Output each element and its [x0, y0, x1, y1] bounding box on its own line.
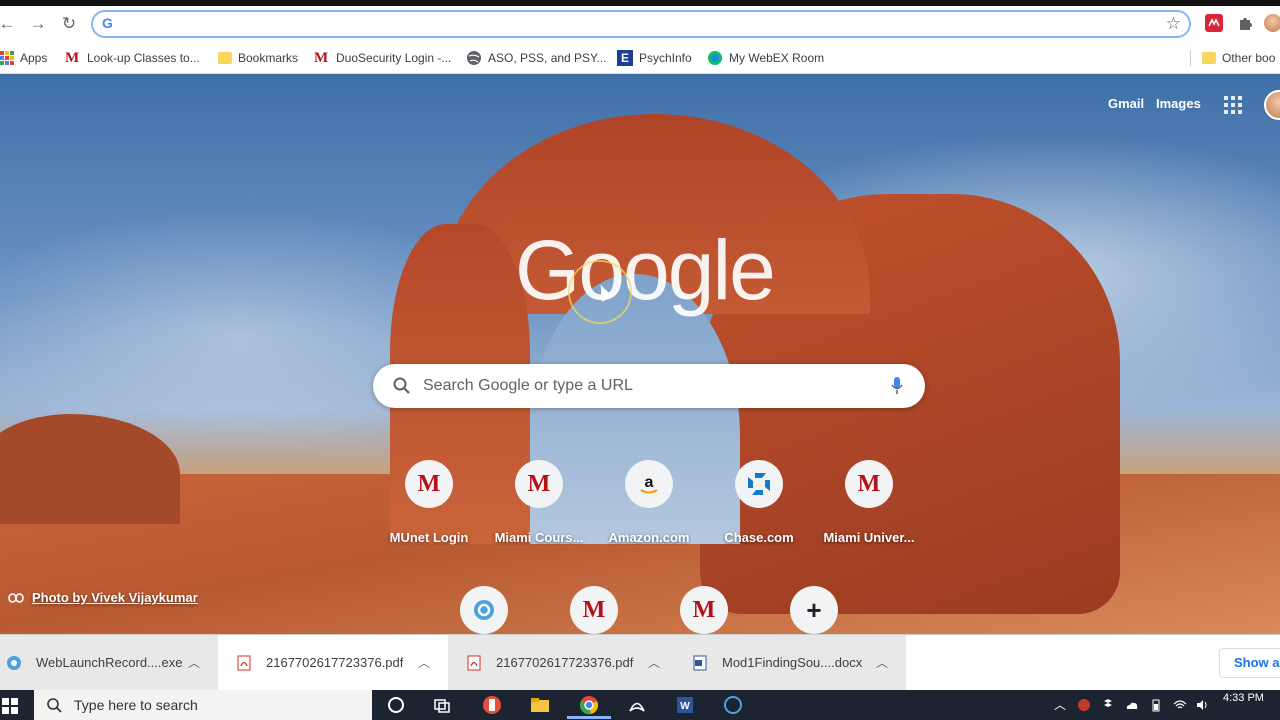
mendeley-extension-icon[interactable]: [1205, 14, 1223, 32]
ebsco-icon: E: [617, 50, 633, 66]
webex-icon: [460, 586, 508, 634]
forward-button[interactable]: →: [27, 13, 49, 35]
back-arrow-icon: ←: [0, 14, 16, 33]
bookmark-other-bookmarks[interactable]: Other boo: [1202, 48, 1275, 68]
miami-m-icon: M: [680, 586, 728, 634]
folder-icon: [1202, 52, 1216, 64]
shortcut-tile[interactable]: M: [538, 570, 650, 634]
add-shortcut-icon: +: [790, 586, 838, 634]
miami-m-icon: M: [515, 460, 563, 508]
miami-m-icon: M: [314, 50, 329, 66]
download-item[interactable]: 2167702617723376.pdf ︿: [448, 635, 678, 690]
pdf-icon: [237, 655, 251, 670]
chevron-up-icon[interactable]: ︿: [876, 654, 888, 671]
miami-m-icon: M: [570, 586, 618, 634]
pdf-icon: [467, 655, 481, 670]
taskbar-clock[interactable]: 4:33 PM: [1223, 692, 1264, 704]
webex-icon: [708, 51, 722, 65]
onedrive-cloud-icon[interactable]: [1125, 698, 1139, 712]
shortcut-tile[interactable]: Chase.com: [703, 444, 815, 556]
chevron-up-icon[interactable]: ︿: [1054, 698, 1068, 712]
google-apps-icon[interactable]: [1224, 96, 1242, 114]
back-button[interactable]: ←: [0, 13, 18, 35]
globe-icon: [467, 51, 481, 65]
images-link[interactable]: Images: [1156, 96, 1201, 111]
amazon-icon: a: [625, 460, 673, 508]
shortcut-tile[interactable]: [428, 570, 540, 634]
download-item[interactable]: Mod1FindingSou....docx ︿: [678, 635, 906, 690]
taskbar-search-box[interactable]: Type here to search: [34, 690, 372, 720]
volume-icon[interactable]: [1195, 698, 1209, 712]
search-icon: [47, 698, 62, 713]
bookmark-aso-pss-psy[interactable]: ASO, PSS, and PSY...: [466, 48, 607, 68]
chevron-up-icon[interactable]: ︿: [648, 654, 660, 671]
wifi-icon[interactable]: [1173, 698, 1187, 712]
google-logo: Google: [515, 223, 776, 317]
downloads-bar: WebLaunchRecord....exe ︿ 216770261772337…: [0, 634, 1280, 690]
photo-credit-link[interactable]: Photo by Vivek Vijaykumar: [8, 590, 198, 605]
account-avatar[interactable]: [1264, 90, 1280, 120]
forward-arrow-icon: →: [29, 14, 47, 33]
shortcut-tile[interactable]: M Miami Cours...: [483, 444, 595, 556]
profile-avatar-icon[interactable]: [1264, 14, 1280, 32]
background-rock-left: [0, 414, 180, 524]
bookmark-duosecurity[interactable]: M DuoSecurity Login -...: [314, 48, 451, 68]
miami-m-icon: M: [405, 460, 453, 508]
chevron-up-icon[interactable]: ︿: [418, 654, 430, 671]
word-icon[interactable]: W: [674, 694, 696, 716]
acrobat-icon[interactable]: [626, 694, 648, 716]
battery-icon[interactable]: [1149, 698, 1163, 712]
folder-icon: [218, 52, 232, 64]
svg-text:a: a: [645, 474, 654, 491]
bookmark-star-icon[interactable]: ☆: [1166, 14, 1181, 34]
search-input[interactable]: [423, 374, 863, 398]
active-app-indicator: [567, 716, 611, 719]
gmail-link[interactable]: Gmail: [1108, 96, 1144, 111]
bookmark-lookup-classes[interactable]: M Look-up Classes to...: [65, 48, 200, 68]
webex-icon: [7, 655, 21, 670]
link-icon: [8, 592, 24, 603]
new-tab-page: Gmail Images Google M MUnet Login M Miam…: [0, 74, 1280, 634]
svg-text:W: W: [680, 701, 690, 712]
shortcut-tile[interactable]: M MUnet Login: [373, 444, 485, 556]
file-explorer-icon[interactable]: [529, 694, 551, 716]
chevron-up-icon[interactable]: ︿: [188, 654, 200, 671]
reload-button[interactable]: ↻: [58, 13, 80, 35]
google-g-icon: G: [102, 15, 113, 31]
bookmark-psychinfo[interactable]: E PsychInfo: [617, 48, 692, 68]
dropbox-icon[interactable]: [1101, 698, 1115, 712]
task-view-icon[interactable]: [431, 694, 453, 716]
word-icon: [693, 655, 707, 670]
miami-m-icon: M: [65, 50, 80, 66]
bookmark-webex-room[interactable]: My WebEX Room: [707, 48, 824, 68]
chase-icon: [735, 460, 783, 508]
chrome-icon[interactable]: [578, 694, 600, 716]
shortcut-tile[interactable]: a Amazon.com: [593, 444, 705, 556]
cortana-icon[interactable]: [385, 694, 407, 716]
shortcut-tile[interactable]: M Miami Univer...: [813, 444, 925, 556]
microphone-icon[interactable]: [890, 376, 904, 396]
show-all-downloads-button[interactable]: Show all: [1219, 648, 1280, 678]
ntp-search-box[interactable]: [373, 364, 925, 408]
reload-icon: ↻: [61, 14, 77, 33]
miami-m-icon: M: [845, 460, 893, 508]
apps-grid-icon: [0, 51, 14, 65]
windows-taskbar: Type here to search W ︿ 4:33 PM: [0, 690, 1280, 720]
windows-start-icon[interactable]: [2, 698, 18, 714]
presentation-app-icon[interactable]: [481, 694, 503, 716]
tray-app-icon[interactable]: [1077, 698, 1091, 712]
download-item[interactable]: 2167702617723376.pdf ︿: [218, 635, 448, 690]
shortcut-tile[interactable]: M: [648, 570, 760, 634]
download-item[interactable]: WebLaunchRecord....exe ︿: [0, 635, 218, 690]
add-shortcut-tile[interactable]: +: [758, 570, 870, 634]
bookmark-bookmarks-folder[interactable]: Bookmarks: [218, 48, 298, 68]
webex-icon[interactable]: [722, 694, 744, 716]
bookmarks-separator: [1190, 50, 1191, 66]
browser-toolbar: ← → ↻ G ☆: [0, 6, 1280, 42]
search-icon: [393, 377, 410, 394]
address-bar[interactable]: G ☆: [91, 10, 1191, 38]
puzzle-extensions-icon[interactable]: [1236, 14, 1254, 32]
bookmarks-bar: Apps M Look-up Classes to... Bookmarks M…: [0, 42, 1280, 74]
bookmark-apps[interactable]: Apps: [0, 48, 47, 68]
